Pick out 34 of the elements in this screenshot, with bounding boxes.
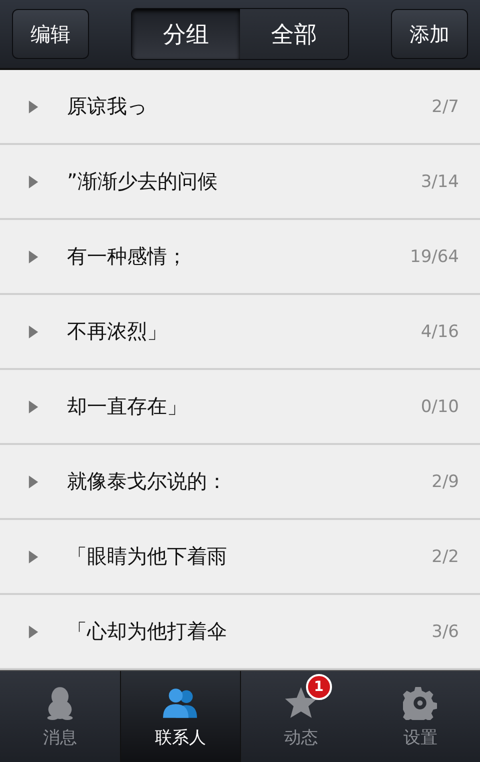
group-row[interactable]: 却一直存在」 0/10 (0, 370, 480, 445)
group-row[interactable]: ”渐渐少去的问候 3/14 (0, 145, 480, 220)
add-button[interactable]: 添加 (391, 9, 468, 59)
people-icon (163, 686, 198, 720)
group-row[interactable]: 原谅我っ 2/7 (0, 70, 480, 145)
group-name: ”渐渐少去的问候 (67, 168, 218, 195)
group-name: 却一直存在」 (67, 393, 188, 420)
tab-item[interactable]: 消息 (0, 671, 120, 762)
segment-tab[interactable]: 全部 (240, 9, 348, 59)
group-name: 「心却为他打着伞 (67, 618, 228, 645)
online-count: 3/14 (420, 172, 459, 192)
online-count: 4/16 (420, 322, 459, 342)
tab-item[interactable]: 1 动态 (241, 671, 360, 762)
edit-button[interactable]: 编辑 (12, 9, 89, 59)
group-name: 有一种感情； (67, 243, 188, 270)
online-count: 2/7 (432, 96, 459, 116)
group-name: 就像泰戈尔说的： (67, 468, 228, 495)
group-name: 「眼睛为他下着雨 (67, 543, 228, 570)
segment-tab[interactable]: 分组 (132, 9, 240, 59)
group-name: 不再浓烈」 (67, 318, 168, 345)
group-row[interactable]: 「眼睛为他下着雨 2/2 (0, 520, 480, 595)
group-row[interactable]: 有一种感情； 19/64 (0, 220, 480, 295)
online-count: 2/2 (432, 546, 459, 566)
tab-item[interactable]: 联系人 (120, 671, 241, 762)
tab-item[interactable]: 设置 (360, 671, 480, 762)
online-count: 19/64 (410, 246, 459, 266)
settings-icon (403, 686, 438, 720)
online-count: 0/10 (420, 396, 459, 416)
group-name: 原谅我っ (67, 93, 148, 120)
notification-badge: 1 (306, 674, 332, 700)
online-count: 2/9 (432, 472, 459, 492)
online-count: 3/6 (432, 622, 459, 642)
group-row[interactable]: 不再浓烈」 4/16 (0, 295, 480, 370)
group-row[interactable]: 就像泰戈尔说的： 2/9 (0, 445, 480, 520)
